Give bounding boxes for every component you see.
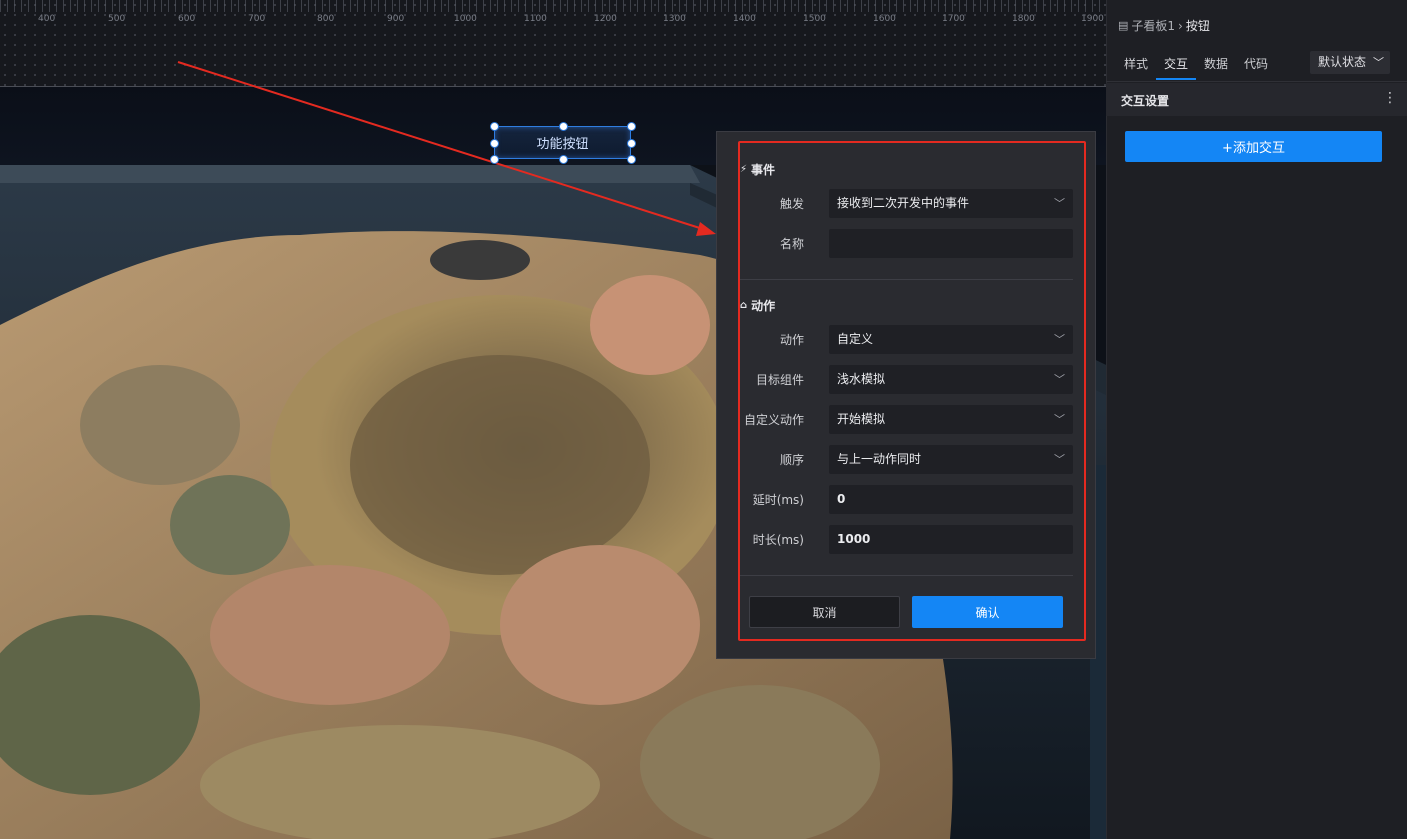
state-select[interactable]: 默认状态 ﹀ xyxy=(1310,51,1390,74)
properties-panel xyxy=(1106,0,1407,839)
state-select-value: 默认状态 xyxy=(1318,55,1367,69)
action-section-title: ⌂ 动作 xyxy=(740,297,775,314)
more-options-icon[interactable]: ⋮ xyxy=(1383,90,1397,106)
custom-action-value: 开始模拟 xyxy=(837,412,886,426)
duration-label: 时长(ms) xyxy=(752,533,804,547)
resize-handle[interactable] xyxy=(627,122,636,131)
house-icon: ⌂ xyxy=(740,300,748,311)
section-divider xyxy=(740,279,1073,280)
breadcrumb: ▤ 子看板1 › 按钮 xyxy=(1118,17,1210,34)
resize-handle[interactable] xyxy=(559,155,568,164)
resize-handle[interactable] xyxy=(490,122,499,131)
cancel-button[interactable]: 取消 xyxy=(749,596,900,628)
trigger-value: 接收到二次开发中的事件 xyxy=(837,196,970,210)
name-label: 名称 xyxy=(779,237,804,251)
tab-style[interactable]: 样式 xyxy=(1124,55,1148,72)
footer-divider xyxy=(740,575,1073,576)
action-select[interactable]: 自定义 ﹀ xyxy=(829,325,1073,354)
tab-data[interactable]: 数据 xyxy=(1204,55,1228,72)
action-section-label: 动作 xyxy=(751,299,776,313)
order-label: 顺序 xyxy=(779,453,804,467)
custom-action-label: 自定义动作 xyxy=(743,413,804,427)
custom-action-select[interactable]: 开始模拟 ﹀ xyxy=(829,405,1073,434)
chevron-down-icon: ﹀ xyxy=(1054,373,1065,386)
chevron-down-icon: ﹀ xyxy=(1373,56,1384,69)
add-interaction-button[interactable]: +添加交互 xyxy=(1125,131,1382,162)
trigger-select[interactable]: 接收到二次开发中的事件 ﹀ xyxy=(829,189,1073,218)
interaction-settings-title: 交互设置 xyxy=(1121,94,1170,108)
target-value: 浅水模拟 xyxy=(837,372,886,386)
order-value: 与上一动作同时 xyxy=(837,452,922,466)
action-value: 自定义 xyxy=(837,332,874,346)
name-input[interactable] xyxy=(829,229,1073,258)
resize-handle[interactable] xyxy=(559,122,568,131)
breadcrumb-separator: › xyxy=(1178,18,1183,33)
action-label: 动作 xyxy=(779,333,804,347)
chevron-down-icon: ﹀ xyxy=(1054,453,1065,466)
tab-interaction[interactable]: 交互 xyxy=(1164,55,1188,72)
order-select[interactable]: 与上一动作同时 ﹀ xyxy=(829,445,1073,474)
event-section-title: ⚡ 事件 xyxy=(740,161,775,178)
active-tab-indicator xyxy=(1156,78,1196,80)
breadcrumb-parent[interactable]: 子看板1 xyxy=(1131,17,1175,34)
chevron-down-icon: ﹀ xyxy=(1054,413,1065,426)
lightning-icon: ⚡ xyxy=(740,164,748,175)
tab-code[interactable]: 代码 xyxy=(1244,55,1268,72)
duration-value: 1000 xyxy=(837,532,871,546)
trigger-label: 触发 xyxy=(779,197,804,211)
chevron-down-icon: ﹀ xyxy=(1054,197,1065,210)
event-section-label: 事件 xyxy=(751,163,776,177)
resize-handle[interactable] xyxy=(490,139,499,148)
delay-value: 0 xyxy=(837,492,846,506)
delay-input[interactable]: 0 xyxy=(829,485,1073,514)
resize-handle[interactable] xyxy=(490,155,499,164)
duration-input[interactable]: 1000 xyxy=(829,525,1073,554)
target-select[interactable]: 浅水模拟 ﹀ xyxy=(829,365,1073,394)
resize-handle[interactable] xyxy=(627,139,636,148)
chevron-down-icon: ﹀ xyxy=(1054,333,1065,346)
confirm-button[interactable]: 确认 xyxy=(912,596,1063,628)
board-icon: ▤ xyxy=(1118,19,1129,32)
breadcrumb-current: 按钮 xyxy=(1185,19,1210,33)
resize-handle[interactable] xyxy=(627,155,636,164)
target-label: 目标组件 xyxy=(755,373,804,387)
delay-label: 延时(ms) xyxy=(752,493,804,507)
